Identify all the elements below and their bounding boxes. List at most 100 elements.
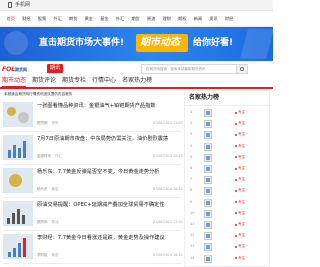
tag-dot-icon (235, 234, 237, 237)
expert-avatar[interactable] (204, 221, 212, 229)
news-thumbnail[interactable] (3, 102, 33, 127)
news-title[interactable]: 杨乐东：7.7黄金反弹是否空不变，今日黄金走势分析 (37, 168, 181, 176)
news-title[interactable]: 原油交易提醒：OPEC+延期减产叠加全球贸易不确定性 (37, 201, 181, 209)
tab-futures-column[interactable]: 期货专栏 (62, 74, 86, 87)
expert-avatar[interactable] (204, 254, 212, 263)
news-source: 金银财讯 外汇 (37, 154, 62, 158)
rank-item[interactable]: 4 专注 (190, 142, 268, 153)
follow-tag[interactable]: 专注 (238, 233, 245, 238)
section-tabs: 期市动态 期货评论 期货专栏 行情中心 名家热力榜 (0, 74, 273, 87)
expert-avatar[interactable] (204, 142, 212, 151)
rank-item[interactable]: 12 专注 (190, 231, 268, 242)
follow-tag[interactable]: 专注 (238, 256, 245, 261)
news-title[interactable]: 李财经：7.7黄金今日看涨还是跌，黄金走势及操作建议 (37, 234, 181, 242)
mobile-site-link[interactable]: 手机网 (15, 1, 30, 9)
news-item[interactable]: 7月7日原油期市夜盘：中东局势仍需关注，油价剧烈震荡 金银财讯 外汇 07/06/… (3, 132, 183, 165)
rank-item[interactable]: 3 专注 (190, 130, 268, 141)
news-time: 07/06/2024 17:30 (153, 220, 183, 224)
news-thumbnail[interactable] (3, 168, 33, 193)
tag-dot-icon (235, 189, 237, 192)
nav-item[interactable]: 资讯 (206, 13, 222, 25)
expert-avatar[interactable] (204, 120, 212, 129)
follow-tag[interactable]: 专注 (238, 155, 245, 160)
tag-dot-icon (235, 167, 237, 170)
nav-item[interactable]: 期货 (65, 13, 81, 25)
tabs-underline (0, 87, 273, 89)
follow-tag[interactable]: 专注 (238, 200, 245, 205)
search-input[interactable]: 在期货网搜索 · 搜索本站最新期货资讯 (141, 64, 238, 74)
expert-avatar[interactable] (204, 243, 212, 252)
rank-item[interactable]: 5 专注 (190, 153, 268, 164)
mobile-phone-icon[interactable] (8, 2, 12, 8)
rank-item[interactable]: 9 专注 (190, 198, 268, 209)
rank-item[interactable]: 8 专注 (190, 186, 268, 197)
news-item[interactable]: 杨乐东：7.7黄金反弹是否空不变，今日黄金走势分析 杨乐东 黄金 07/06/20… (3, 165, 183, 198)
rank-item[interactable]: 11 专注 (190, 220, 268, 231)
tab-futures-review[interactable]: 期货评论 (32, 74, 56, 87)
expert-avatar[interactable] (204, 153, 212, 162)
follow-tag[interactable]: 专注 (238, 132, 245, 137)
news-thumbnail[interactable] (3, 135, 33, 160)
nav-item[interactable]: 期货 (128, 13, 144, 25)
rank-item[interactable]: 13 专注 (190, 242, 268, 253)
rank-item[interactable]: 10 专注 (190, 209, 268, 220)
rank-number: 14 (190, 255, 195, 260)
rank-item[interactable]: 2 专注 (190, 119, 268, 130)
nav-item[interactable]: 外汇 (50, 13, 66, 25)
rank-item[interactable]: 7 专注 (190, 175, 268, 186)
news-thumbnail[interactable] (3, 234, 33, 259)
follow-tag[interactable]: 专注 (238, 144, 245, 149)
tab-quote-center[interactable]: 行情中心 (92, 74, 116, 87)
news-item[interactable]: 李财经：7.7黄金今日看涨还是跌，黄金走势及操作建议 李财经 黄金 07/06/2… (3, 231, 183, 264)
expert-avatar[interactable] (204, 232, 212, 241)
tab-market-news[interactable]: 期市动态 (2, 74, 27, 87)
tab-expert-ranking[interactable]: 名家热力榜 (122, 74, 152, 87)
site-logo[interactable]: FOL期货网 (2, 66, 44, 74)
news-title[interactable]: 一张图看懂品种资讯：金银油气+铂钯期货产品指数 (37, 102, 181, 110)
promo-banner[interactable]: 直击期货市场大事件! 期市动态 给你好看! (0, 27, 273, 61)
search-button[interactable] (236, 64, 248, 74)
avatar-image (206, 167, 210, 171)
nav-item[interactable]: 原油 (143, 13, 159, 25)
follow-tag[interactable]: 专注 (238, 121, 245, 126)
follow-tag[interactable]: 专注 (238, 222, 245, 227)
follow-tag[interactable]: 专注 (238, 177, 245, 182)
rank-item[interactable]: 1 专注 (190, 108, 268, 119)
nav-item[interactable]: 首页 (3, 13, 19, 25)
rank-number: 3 (190, 132, 193, 137)
nav-item[interactable]: 外汇 (112, 13, 128, 25)
avatar-image (206, 200, 210, 205)
rank-item[interactable]: 6 专注 (190, 164, 268, 175)
follow-tag[interactable]: 专注 (238, 211, 245, 216)
nav-item[interactable]: 黄金 (81, 13, 97, 25)
news-item[interactable]: 一张图看懂品种资讯：金银油气+铂钯期货产品指数 期货网 资讯 07/06/2024… (3, 99, 183, 132)
expert-avatar[interactable] (204, 109, 212, 117)
avatar-image (206, 122, 210, 127)
nav-item[interactable]: 理财 (159, 13, 175, 25)
follow-tag[interactable]: 专注 (238, 110, 245, 115)
nav-item[interactable]: 财经 (221, 13, 237, 25)
banner-highlight-text: 期市动态 (140, 37, 180, 48)
nav-item[interactable]: 期权 (175, 13, 191, 25)
expert-avatar[interactable] (204, 131, 212, 140)
expert-avatar[interactable] (204, 176, 212, 185)
nav-item[interactable]: 基金 (97, 13, 113, 25)
expert-ranking-panel: 名家热力榜 1 专注 2 专注 3 专注 4 专注 5 专注 6 专注 7 专注 8 专注 9 专注 10 专注 11 专… (184, 90, 271, 267)
follow-tag[interactable]: 专注 (238, 166, 245, 171)
news-thumbnail[interactable] (3, 201, 33, 226)
expert-avatar[interactable] (204, 165, 212, 173)
rank-number: 5 (190, 154, 193, 159)
news-item[interactable]: 原油交易提醒：OPEC+延期减产叠加全球贸易不确定性 期货网 原油 07/06/2… (3, 198, 183, 231)
nav-item[interactable]: 股票 (34, 13, 50, 25)
tag-dot-icon (235, 223, 237, 226)
expert-avatar[interactable] (204, 187, 212, 196)
avatar-image (206, 111, 210, 115)
news-title[interactable]: 7月7日原油期市夜盘：中东局势仍需关注，油价剧烈震荡 (37, 135, 181, 143)
follow-tag[interactable]: 专注 (238, 188, 245, 193)
expert-avatar[interactable] (204, 198, 212, 207)
nav-item[interactable]: 财经 (19, 13, 35, 25)
nav-item[interactable]: 新闻 (190, 13, 206, 25)
follow-tag[interactable]: 专注 (238, 244, 245, 249)
rank-item[interactable]: 14 专注 (190, 254, 268, 265)
expert-avatar[interactable] (204, 209, 212, 218)
